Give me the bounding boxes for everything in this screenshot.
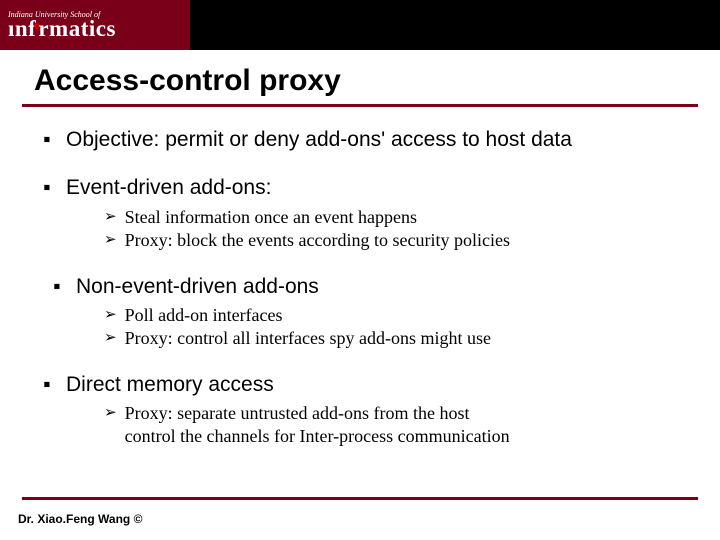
arrow-icon: ➢ bbox=[104, 229, 117, 251]
sub-bullet: ➢ Proxy: separate untrusted add-ons from… bbox=[104, 402, 690, 447]
square-bullet-icon: ▪ bbox=[40, 372, 54, 398]
slide: Indiana University School of ınfrmatics … bbox=[0, 0, 720, 540]
bullet-objective: ▪ Objective: permit or deny add-ons' acc… bbox=[40, 127, 690, 153]
arrow-icon: ➢ bbox=[104, 304, 117, 326]
sub-bullet: ➢ Proxy: control all interfaces spy add-… bbox=[104, 327, 690, 350]
bullet-event-driven: ▪ Event-driven add-ons: bbox=[40, 175, 690, 201]
sub-bullet-text: Proxy: separate untrusted add-ons from t… bbox=[125, 402, 690, 447]
arrow-icon: ➢ bbox=[104, 402, 117, 424]
sub-bullet-text: Proxy: block the events according to sec… bbox=[125, 229, 690, 252]
arrow-icon: ➢ bbox=[104, 327, 117, 349]
sub-list: ➢ Proxy: separate untrusted add-ons from… bbox=[104, 402, 690, 447]
slide-title: Access-control proxy bbox=[34, 64, 720, 98]
square-bullet-icon: ▪ bbox=[40, 175, 54, 201]
sub-bullet: ➢ Poll add-on interfaces bbox=[104, 304, 690, 327]
title-divider bbox=[22, 104, 698, 107]
sub-bullet-text: Poll add-on interfaces bbox=[125, 304, 690, 327]
bullet-text: Direct memory access bbox=[66, 372, 690, 398]
square-bullet-icon: ▪ bbox=[50, 274, 64, 300]
logo-wordmark: ınfrmatics bbox=[8, 17, 190, 40]
bullet-direct-memory: ▪ Direct memory access bbox=[40, 372, 690, 398]
bullet-text: Non-event-driven add-ons bbox=[76, 274, 690, 300]
sub-bullet-multiline: Proxy: separate untrusted add-ons from t… bbox=[125, 403, 510, 446]
bullet-non-event-driven: ▪ Non-event-driven add-ons bbox=[40, 274, 690, 300]
sub-list: ➢ Steal information once an event happen… bbox=[104, 206, 690, 252]
top-banner: Indiana University School of ınfrmatics bbox=[0, 0, 720, 50]
content-area: ▪ Objective: permit or deny add-ons' acc… bbox=[40, 127, 720, 447]
footer-text: Dr. Xiao.Feng Wang © bbox=[18, 512, 142, 526]
sub-bullet-text: Proxy: control all interfaces spy add-on… bbox=[125, 327, 690, 350]
bullet-text: Objective: permit or deny add-ons' acces… bbox=[66, 127, 690, 153]
sub-list: ➢ Poll add-on interfaces ➢ Proxy: contro… bbox=[104, 304, 690, 350]
logo-block: Indiana University School of ınfrmatics bbox=[0, 0, 190, 50]
sub-bullet-text: Steal information once an event happens bbox=[125, 206, 690, 229]
square-bullet-icon: ▪ bbox=[40, 127, 54, 153]
arrow-icon: ➢ bbox=[104, 206, 117, 228]
sub-bullet: ➢ Steal information once an event happen… bbox=[104, 206, 690, 229]
bullet-text: Event-driven add-ons: bbox=[66, 175, 690, 201]
footer-divider bbox=[22, 497, 698, 500]
sub-bullet: ➢ Proxy: block the events according to s… bbox=[104, 229, 690, 252]
